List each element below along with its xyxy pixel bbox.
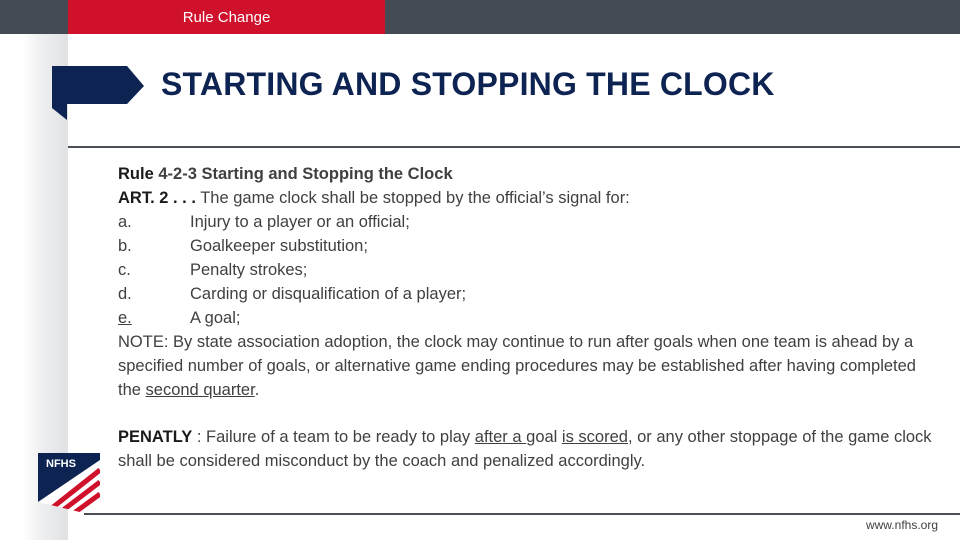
page-title: STARTING AND STOPPING THE CLOCK	[161, 66, 775, 102]
nfhs-logo-icon: NFHS	[38, 453, 100, 514]
list-item: d. Carding or disqualification of a playe…	[118, 285, 467, 303]
list-item: a. Injury to a player or an official;	[118, 213, 410, 231]
divider-bottom	[84, 513, 960, 515]
art-line: ART. 2 . . . The game clock shall be sto…	[118, 189, 630, 207]
divider-top	[68, 146, 960, 148]
list-item: e. A goal;	[118, 309, 241, 327]
rule-heading: Rule 4-2-3 Starting and Stopping the Clo…	[118, 165, 453, 183]
list-item: c. Penalty strokes;	[118, 261, 308, 279]
list-item: b. Goalkeeper substitution;	[118, 237, 368, 255]
title-arrow-icon	[52, 66, 144, 120]
note-paragraph: NOTE: By state association adoption, the…	[118, 333, 916, 399]
penalty-paragraph: PENATLY : Failure of a team to be ready …	[118, 428, 932, 470]
footer-url: www.nfhs.org	[865, 518, 938, 532]
section-label: Rule Change	[68, 0, 385, 34]
logo-text: NFHS	[46, 458, 76, 470]
rule-body: Rule 4-2-3 Starting and Stopping the Clo…	[118, 162, 938, 402]
